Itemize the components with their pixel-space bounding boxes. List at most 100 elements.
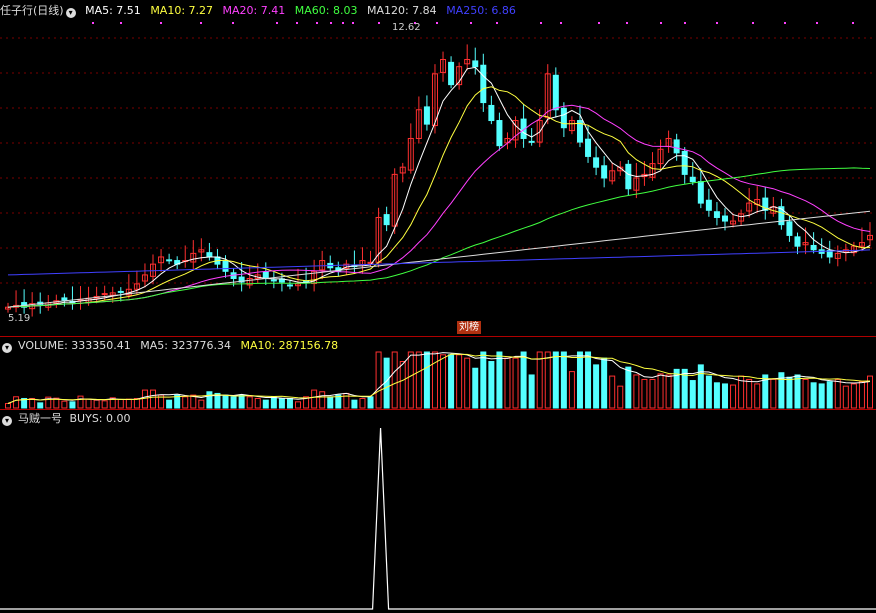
candle-body xyxy=(383,214,390,226)
marker-dot xyxy=(716,22,718,24)
candle-body xyxy=(601,165,608,179)
volume-bar xyxy=(375,351,382,409)
marker-dot xyxy=(352,22,354,24)
volume-bar xyxy=(166,399,173,409)
volume-bar xyxy=(456,354,463,409)
low-price-label: 5.19 xyxy=(8,313,31,324)
candle-body xyxy=(488,104,495,122)
chevron-down-icon[interactable]: ▾ xyxy=(65,8,76,18)
candle-body xyxy=(585,138,592,157)
volume-bar xyxy=(238,394,245,409)
marker-dot xyxy=(200,22,202,24)
candle-body xyxy=(480,64,487,104)
candle-body xyxy=(721,215,728,222)
volume-bar xyxy=(464,357,471,409)
volume-bar xyxy=(730,384,737,409)
volume-bar xyxy=(270,396,277,409)
marker-dot xyxy=(496,22,498,24)
volume-bar xyxy=(649,378,656,409)
ma20-label: MA20: 7.41 xyxy=(222,4,286,17)
volume-bar xyxy=(520,351,527,409)
volume-bar xyxy=(440,354,447,409)
marker-dot xyxy=(540,22,542,24)
volume-bar xyxy=(746,378,753,409)
candle-body xyxy=(713,211,720,218)
event-badge[interactable]: 刘榜 xyxy=(457,321,481,334)
volume-bar xyxy=(101,400,108,409)
volume-bar xyxy=(448,354,455,409)
high-price-label: 12.62 xyxy=(392,22,421,33)
volume-bar xyxy=(810,382,817,409)
marker-dot xyxy=(276,22,278,24)
volume-bar xyxy=(512,357,519,409)
volume-bar xyxy=(576,351,583,409)
volume-bar xyxy=(254,397,261,409)
candle-body xyxy=(673,139,680,154)
volume-bar xyxy=(665,374,672,409)
candle-body xyxy=(286,284,293,287)
volume-bar xyxy=(504,357,511,409)
volume-bar xyxy=(125,398,132,409)
candle-body xyxy=(810,244,817,251)
volume-bar xyxy=(351,399,358,409)
indicator-title: 马贼一号 xyxy=(18,412,62,425)
marker-dot xyxy=(378,22,380,24)
marker-dot xyxy=(470,22,472,24)
volume-bar xyxy=(826,381,833,409)
volume-bar xyxy=(786,376,793,409)
volume-bar xyxy=(633,374,640,409)
volume-bar xyxy=(133,397,140,409)
volume-bar xyxy=(311,389,318,409)
marker-dot xyxy=(752,22,754,24)
volume-bar xyxy=(657,373,664,409)
volume-bar xyxy=(641,378,648,409)
chart-canvas[interactable] xyxy=(0,0,876,613)
marker-dot xyxy=(232,22,234,24)
candle-body xyxy=(786,221,793,236)
chevron-down-icon[interactable]: ▾ xyxy=(2,343,12,353)
chevron-down-icon[interactable]: ▾ xyxy=(2,416,12,426)
volume-bar xyxy=(407,351,414,409)
volume-bar xyxy=(230,396,237,409)
marker-dot xyxy=(92,22,94,24)
volume-ma10-label: MA10: 287156.78 xyxy=(240,339,339,352)
volume-bar xyxy=(480,351,487,409)
volume-bar xyxy=(472,367,479,409)
volume-bar xyxy=(842,385,849,409)
volume-bar xyxy=(423,351,430,409)
candle-body xyxy=(222,260,229,272)
stock-title[interactable]: 任子行(日线) xyxy=(0,4,64,17)
volume-bar xyxy=(488,361,495,409)
candle-body xyxy=(270,279,277,282)
main-panel-header: 任子行(日线) ▾ MA5: 7.51 MA10: 7.27 MA20: 7.41… xyxy=(0,3,522,19)
volume-bar xyxy=(327,396,334,409)
volume-bar xyxy=(295,401,302,409)
marker-dot xyxy=(660,22,662,24)
candle-body xyxy=(794,236,801,247)
volume-bar xyxy=(182,396,189,409)
volume-bar xyxy=(689,380,696,409)
marker-dot xyxy=(784,22,786,24)
volume-bar xyxy=(262,399,269,409)
volume-bar xyxy=(721,383,728,409)
volume-bar xyxy=(13,396,20,409)
volume-bar xyxy=(222,394,229,409)
volume-bar xyxy=(286,397,293,409)
volume-bar xyxy=(818,383,825,409)
volume-bar xyxy=(150,389,157,409)
indicator-value: BUYS: 0.00 xyxy=(69,412,131,425)
marker-dot xyxy=(316,22,318,24)
volume-bar xyxy=(585,351,592,409)
marker-dot xyxy=(816,22,818,24)
indicator-panel-header: ▾ 马贼一号 BUYS: 0.00 xyxy=(0,411,137,427)
volume-bar xyxy=(367,396,374,409)
candle-body xyxy=(697,181,704,204)
buys-signal-line xyxy=(0,427,876,610)
volume-bar xyxy=(552,351,559,409)
volume-bar xyxy=(544,351,551,409)
volume-bar xyxy=(5,403,11,409)
volume-title: VOLUME: 333350.41 xyxy=(18,339,131,352)
volume-bar xyxy=(858,381,865,409)
candle-body xyxy=(61,297,68,301)
volume-bar xyxy=(206,391,213,409)
